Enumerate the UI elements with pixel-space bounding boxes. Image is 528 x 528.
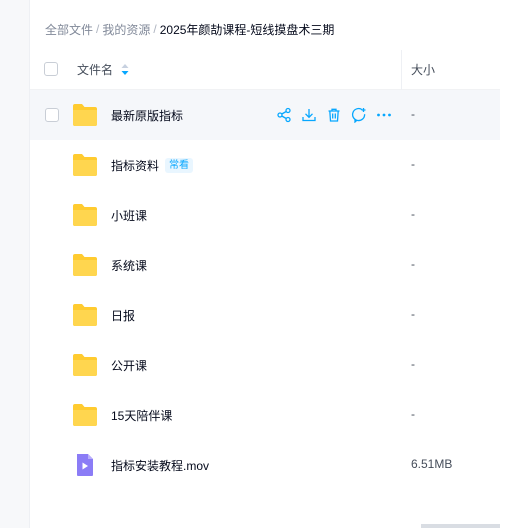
file-size: -	[411, 107, 415, 121]
file-row[interactable]: 公开课 -	[30, 340, 500, 390]
file-row[interactable]: 最新原版指标 -	[30, 90, 500, 140]
file-name-text: 公开课	[111, 359, 148, 373]
video-file-icon	[72, 453, 98, 477]
comment-icon[interactable]	[350, 106, 367, 123]
file-name[interactable]: 最新原版指标	[111, 107, 183, 124]
file-size: -	[411, 157, 415, 171]
breadcrumb-item-current-folder: 2025年颜劼课程-短线摸盘术三期	[159, 22, 335, 37]
delete-icon[interactable]	[325, 106, 342, 123]
breadcrumb-item-my-resources[interactable]: 我的资源	[102, 21, 150, 38]
column-header-size[interactable]: 大小	[411, 61, 435, 78]
file-size: -	[411, 407, 415, 421]
sort-icon[interactable]	[121, 64, 129, 75]
file-name[interactable]: 15天陪伴课	[111, 407, 172, 424]
file-row[interactable]: 日报 -	[30, 290, 500, 340]
column-header-name-label: 文件名	[77, 63, 114, 77]
file-row[interactable]: 指标资料 常看 -	[30, 140, 500, 190]
folder-icon	[72, 353, 98, 377]
file-name[interactable]: 系统课	[111, 257, 147, 274]
file-size: -	[411, 257, 415, 271]
file-name-text: 小班课	[111, 209, 148, 223]
file-list: 最新原版指标 - 指标资料 常看 - 小班课 - 系统课 - 日报 - 公开课 …	[30, 90, 500, 490]
file-name-text: 日报	[111, 309, 136, 323]
file-name[interactable]: 指标资料 常看	[111, 157, 194, 174]
breadcrumb: 全部文件 / 我的资源 / 2025年颜劼课程-短线摸盘术三期	[45, 19, 334, 39]
file-name-text: 系统课	[111, 259, 148, 273]
row-actions	[275, 106, 392, 123]
select-all-checkbox[interactable]	[44, 62, 58, 76]
file-name-text: 指标资料	[111, 159, 160, 173]
file-name[interactable]: 公开课	[111, 357, 147, 374]
file-row[interactable]: 小班课 -	[30, 190, 500, 240]
folder-icon	[72, 303, 98, 327]
file-name[interactable]: 日报	[111, 307, 135, 324]
row-checkbox[interactable]	[45, 108, 59, 122]
more-icon[interactable]	[375, 106, 392, 123]
file-size: 6.51MB	[411, 457, 453, 471]
file-row[interactable]: 15天陪伴课 -	[30, 390, 500, 440]
share-icon[interactable]	[275, 106, 292, 123]
horizontal-scrollbar[interactable]	[421, 524, 500, 528]
file-size: -	[411, 207, 415, 221]
file-name-text: 15天陪伴课	[111, 409, 173, 423]
frequent-badge: 常看	[165, 158, 194, 173]
file-size: -	[411, 357, 415, 371]
file-row[interactable]: 指标安装教程.mov 6.51MB	[30, 440, 500, 490]
breadcrumb-separator: /	[96, 22, 100, 36]
column-divider	[401, 50, 402, 90]
folder-icon	[72, 153, 98, 177]
left-sidebar-edge	[0, 0, 30, 528]
file-row[interactable]: 系统课 -	[30, 240, 500, 290]
file-name-text: 最新原版指标	[111, 109, 184, 123]
folder-icon	[72, 403, 98, 427]
file-name[interactable]: 小班课	[111, 207, 147, 224]
file-name[interactable]: 指标安装教程.mov	[111, 457, 209, 474]
breadcrumb-separator: /	[153, 22, 157, 36]
folder-icon	[72, 203, 98, 227]
file-list-header: 文件名 大小	[30, 50, 500, 90]
download-icon[interactable]	[300, 106, 317, 123]
column-header-name[interactable]: 文件名	[77, 61, 129, 78]
folder-icon	[72, 253, 98, 277]
folder-icon	[72, 103, 98, 127]
file-name-text: 指标安装教程.mov	[111, 459, 210, 473]
breadcrumb-item-all-files[interactable]: 全部文件	[45, 21, 93, 38]
right-panel-edge	[500, 0, 528, 528]
file-size: -	[411, 307, 415, 321]
